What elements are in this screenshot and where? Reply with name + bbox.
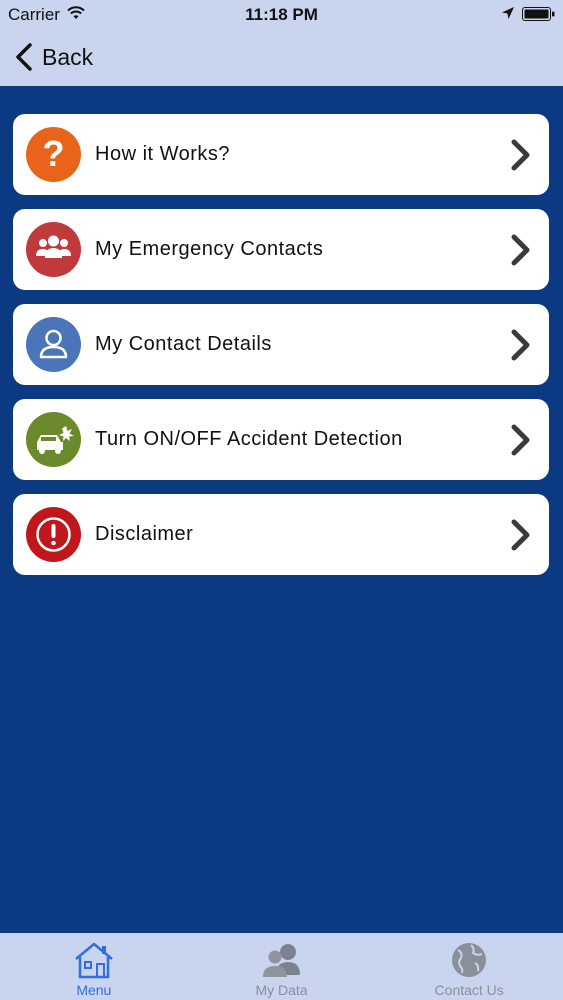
tab-my-data[interactable]: My Data [188,933,376,1000]
tab-bar: Menu My Data Contact Us [0,933,563,1000]
status-bar: Carrier 11:18 PM [0,0,563,30]
people-icon [262,944,300,977]
menu-item-label: Turn ON/OFF Accident Detection [95,428,403,450]
tab-contact-us[interactable]: Contact Us [375,933,563,1000]
menu-item-accident-detection[interactable]: Turn ON/OFF Accident Detection [13,399,549,480]
alert-icon [26,507,81,562]
car-crash-icon [26,412,81,467]
question-icon: ? [26,127,81,182]
menu-item-label: My Contact Details [95,333,272,355]
house-icon [75,942,113,979]
svg-text:?: ? [43,133,65,174]
menu-item-emergency-contacts[interactable]: My Emergency Contacts [13,209,549,290]
menu-item-contact-details[interactable]: My Contact Details [13,304,549,385]
chevron-right-icon [511,424,530,456]
menu-item-disclaimer[interactable]: Disclaimer [13,494,549,575]
person-icon [26,317,81,372]
tab-label: Menu [76,982,112,998]
back-button[interactable]: Back [14,40,93,74]
tab-label: My Data [255,982,308,998]
chevron-left-icon [16,43,32,71]
tab-label: Contact Us [434,982,504,998]
globe-icon [452,943,487,977]
location-arrow-icon [502,7,514,19]
menu-item-label: My Emergency Contacts [95,238,324,260]
main-menu: ? How it Works? My Emergency Contacts My… [13,114,549,589]
back-label: Back [42,43,94,70]
group-contacts-icon [26,222,81,277]
status-time: 11:18 PM [245,5,318,24]
chevron-right-icon [511,329,530,361]
menu-item-label: How it Works? [95,143,231,165]
screen: Carrier 11:18 PM Back ? How it Works? My… [0,0,563,1000]
chevron-right-icon [511,139,530,171]
tab-menu[interactable]: Menu [0,933,188,1000]
battery-icon [522,7,555,21]
menu-item-label: Disclaimer [95,523,194,545]
chevron-right-icon [511,519,530,551]
menu-item-how-it-works[interactable]: ? How it Works? [13,114,549,195]
navigation-bar: Carrier 11:18 PM Back [0,0,563,86]
chevron-right-icon [511,234,530,266]
